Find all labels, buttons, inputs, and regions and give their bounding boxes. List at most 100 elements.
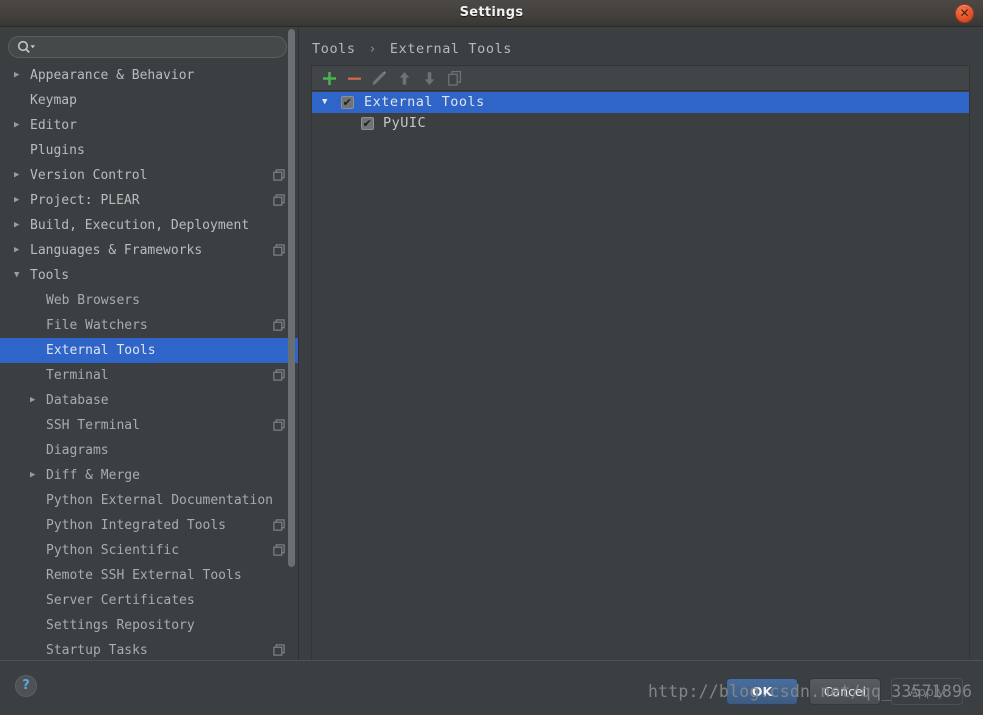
check-tick-icon: ✔ [342, 96, 353, 109]
sidebar-item-python-external-documentation[interactable]: Python External Documentation [0, 488, 298, 513]
apply-button: Apply [891, 678, 963, 705]
sidebar-item-label: Version Control [30, 168, 148, 183]
minus-icon [348, 77, 361, 80]
tree-row-external-tools[interactable]: ▼ ✔ External Tools [312, 92, 969, 113]
move-up-button[interactable] [394, 68, 415, 89]
sidebar-item-label: Remote SSH External Tools [46, 568, 242, 583]
pencil-icon [373, 71, 386, 85]
sidebar-item-label: Database [46, 393, 109, 408]
arrow-down-icon [424, 72, 435, 85]
sidebar-item-settings-repository[interactable]: Settings Repository [0, 613, 298, 638]
copy-tool-button[interactable] [444, 68, 465, 89]
sidebar-item-editor[interactable]: ▶ Editor [0, 113, 298, 138]
breadcrumb-separator: › [368, 41, 378, 57]
sidebar-item-label: Python Scientific [46, 543, 180, 558]
sidebar-item-web-browsers[interactable]: Web Browsers [0, 288, 298, 313]
question-mark-icon[interactable]: ? [15, 675, 37, 697]
sidebar-item-version-control[interactable]: ▶ Version Control [0, 163, 298, 188]
sidebar-item-diff-merge[interactable]: ▶ Diff & Merge [0, 463, 298, 488]
sidebar-item-tools[interactable]: ▼ Tools [0, 263, 298, 288]
sidebar-tree[interactable]: ▶ Appearance & Behavior Keymap ▶ Editor Plugi… [0, 63, 298, 660]
search-input[interactable] [8, 36, 287, 58]
checkbox-pyuic[interactable]: ✔ [361, 117, 374, 130]
checkbox-external-tools[interactable]: ✔ [341, 96, 354, 109]
chevron-right-icon[interactable]: ▶ [14, 63, 26, 88]
project-scope-icon [273, 194, 285, 206]
add-tool-button[interactable] [319, 68, 340, 89]
close-icon[interactable]: ✕ [955, 4, 974, 23]
sidebar-item-project-plear[interactable]: ▶ Project: PLEAR [0, 188, 298, 213]
dialog-content: ▶ Appearance & Behavior Keymap ▶ Editor Plugi… [0, 27, 983, 675]
sidebar-item-label: Settings Repository [46, 618, 195, 633]
chevron-right-icon[interactable]: ▶ [30, 388, 42, 413]
project-scope-icon [273, 169, 285, 181]
external-tools-tree[interactable]: ▼ ✔ External Tools ✔ PyUIC [312, 92, 969, 674]
sidebar-item-label: Languages & Frameworks [30, 243, 203, 258]
chevron-right-icon[interactable]: ▶ [14, 113, 26, 138]
sidebar-item-label: Tools [30, 268, 70, 283]
arrow-up-icon [399, 72, 410, 85]
settings-main-pane: Tools › External Tools ▼ ✔ External Tool… [300, 27, 983, 675]
breadcrumb-parent[interactable]: Tools [312, 41, 356, 57]
project-scope-icon [273, 519, 285, 531]
edit-tool-button[interactable] [369, 68, 390, 89]
chevron-down-icon[interactable]: ▼ [322, 92, 334, 113]
copy-pages-icon [448, 70, 462, 86]
tree-row-label: PyUIC [383, 115, 427, 131]
ok-button[interactable]: OK [726, 678, 798, 705]
sidebar-item-label: Project: PLEAR [30, 193, 140, 208]
sidebar-scrollbar-thumb[interactable] [288, 29, 295, 567]
sidebar-item-python-integrated-tools[interactable]: Python Integrated Tools [0, 513, 298, 538]
window-title: Settings [459, 5, 524, 20]
sidebar-item-label: Terminal [46, 368, 109, 383]
chevron-right-icon[interactable]: ▶ [14, 238, 26, 263]
sidebar-item-plugins[interactable]: Plugins [0, 138, 298, 163]
sidebar-item-startup-tasks[interactable]: Startup Tasks [0, 638, 298, 660]
project-scope-icon [273, 419, 285, 431]
sidebar-item-keymap[interactable]: Keymap [0, 88, 298, 113]
sidebar-item-label: Python External Documentation [46, 493, 273, 508]
project-scope-icon [273, 319, 285, 331]
check-tick-icon: ✔ [362, 117, 373, 130]
sidebar-item-label: Appearance & Behavior [30, 68, 195, 83]
sidebar-item-label: Web Browsers [46, 293, 140, 308]
sidebar-item-label: External Tools [46, 343, 156, 358]
sidebar-item-label: Keymap [30, 93, 77, 108]
cancel-button[interactable]: Cancel [809, 678, 881, 705]
sidebar-item-label: Build, Execution, Deployment [30, 218, 250, 233]
sidebar-item-label: Server Certificates [46, 593, 195, 608]
sidebar-item-database[interactable]: ▶ Database [0, 388, 298, 413]
move-down-button[interactable] [419, 68, 440, 89]
chevron-down-icon[interactable]: ▼ [14, 263, 26, 288]
sidebar-item-languages-frameworks[interactable]: ▶ Languages & Frameworks [0, 238, 298, 263]
chevron-right-icon[interactable]: ▶ [14, 188, 26, 213]
project-scope-icon [273, 369, 285, 381]
sidebar-item-ssh-terminal[interactable]: SSH Terminal [0, 413, 298, 438]
sidebar-item-diagrams[interactable]: Diagrams [0, 438, 298, 463]
sidebar-item-external-tools[interactable]: External Tools [0, 338, 298, 363]
sidebar-item-label: Diagrams [46, 443, 109, 458]
sidebar-item-file-watchers[interactable]: File Watchers [0, 313, 298, 338]
sidebar-item-appearance-behavior[interactable]: ▶ Appearance & Behavior [0, 63, 298, 88]
chevron-right-icon[interactable]: ▶ [30, 463, 42, 488]
remove-tool-button[interactable] [344, 68, 365, 89]
settings-dialog: Settings ✕ ▶ Appearance & Behavior Keymap ▶… [0, 0, 983, 715]
sidebar-item-server-certificates[interactable]: Server Certificates [0, 588, 298, 613]
project-scope-icon [273, 244, 285, 256]
project-scope-icon [273, 644, 285, 656]
project-scope-icon [273, 544, 285, 556]
sidebar-item-label: Plugins [30, 143, 85, 158]
plus-icon [323, 72, 336, 85]
sidebar-item-python-scientific[interactable]: Python Scientific [0, 538, 298, 563]
sidebar-item-build-execution-deployment[interactable]: ▶ Build, Execution, Deployment [0, 213, 298, 238]
tree-row-pyuic[interactable]: ✔ PyUIC [312, 113, 969, 134]
chevron-right-icon[interactable]: ▶ [14, 213, 26, 238]
tree-row-label: External Tools [364, 94, 485, 110]
sidebar-item-label: Startup Tasks [46, 643, 148, 658]
sidebar-item-terminal[interactable]: Terminal [0, 363, 298, 388]
sidebar-item-label: Diff & Merge [46, 468, 140, 483]
chevron-right-icon[interactable]: ▶ [14, 163, 26, 188]
sidebar-item-label: File Watchers [46, 318, 148, 333]
sidebar-item-remote-ssh-external-tools[interactable]: Remote SSH External Tools [0, 563, 298, 588]
breadcrumb: Tools › External Tools [312, 39, 512, 59]
